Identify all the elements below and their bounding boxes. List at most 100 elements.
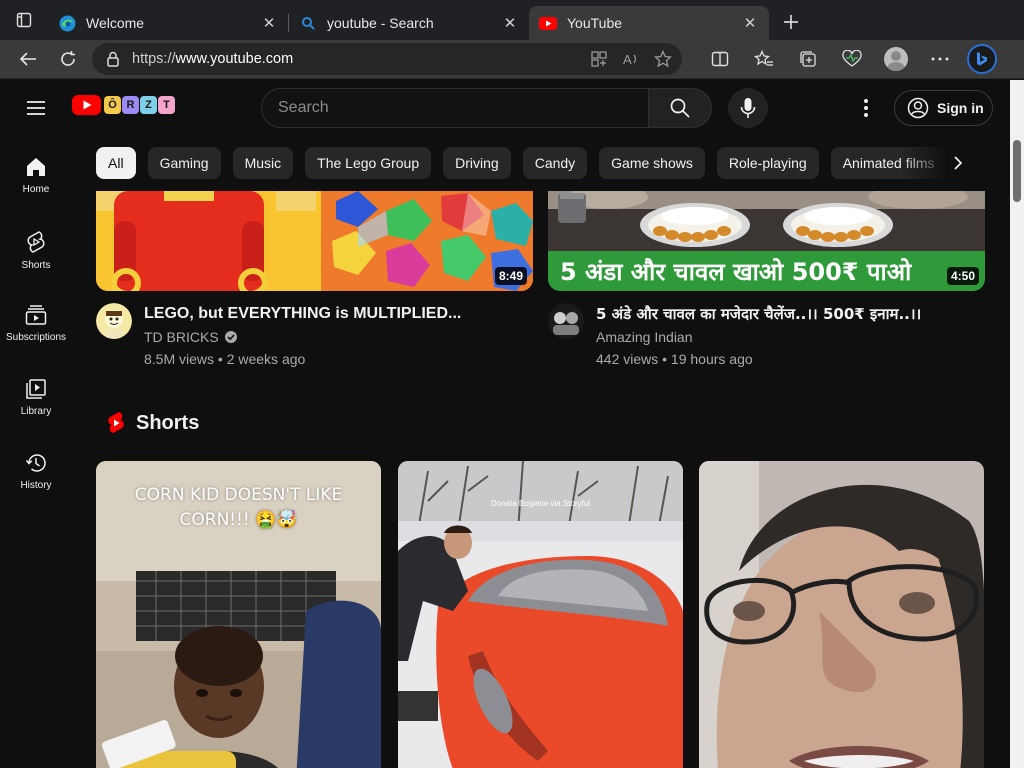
collections-button[interactable] bbox=[788, 43, 828, 75]
refresh-button[interactable] bbox=[48, 43, 88, 75]
mini-guide: Home Shorts Subscriptions Library Histor… bbox=[0, 136, 72, 506]
doodle-letter: T bbox=[158, 96, 175, 114]
short-card[interactable]: Donata Bugiene via Storyful bbox=[398, 461, 683, 768]
channel-name[interactable]: TD BRICKS bbox=[144, 329, 219, 345]
video-card[interactable]: 5 अंडा और चावल खाओ 500₹ पाओ 4:50 5 अंडे … bbox=[548, 191, 985, 367]
account-circle-icon bbox=[907, 97, 929, 119]
youtube-page: Ô R Z T Sign in Home S bbox=[0, 80, 1010, 768]
ellipsis-icon bbox=[931, 57, 949, 61]
split-screen-button[interactable] bbox=[700, 43, 740, 75]
history-icon bbox=[25, 454, 46, 472]
address-bar[interactable]: https://www.youtube.com A bbox=[92, 43, 682, 75]
plus-icon bbox=[784, 15, 798, 29]
chip-driving[interactable]: Driving bbox=[443, 147, 511, 179]
channel-avatar[interactable] bbox=[548, 303, 584, 339]
short-card[interactable]: CORN KID DOESN'T LIKE CORN!!! 🤮🤯 bbox=[96, 461, 381, 768]
channel-avatar[interactable] bbox=[96, 303, 132, 339]
guide-item-subscriptions[interactable]: Subscriptions bbox=[0, 284, 72, 358]
bing-icon bbox=[967, 44, 997, 74]
doodle-letter: Z bbox=[140, 96, 157, 114]
settings-more-button[interactable] bbox=[920, 43, 960, 75]
page-scrollbar[interactable] bbox=[1010, 80, 1024, 768]
guide-item-label: Home bbox=[22, 184, 50, 195]
sign-in-button[interactable]: Sign in bbox=[894, 90, 993, 126]
split-screen-icon bbox=[711, 51, 729, 67]
shorts-heading: Shorts bbox=[136, 411, 200, 434]
svg-text:A: A bbox=[623, 52, 632, 67]
video-card[interactable]: 8:49 LEGO, but EVERYTHING is MULTIPLIED.… bbox=[96, 191, 533, 367]
channel-name-row: TD BRICKS bbox=[144, 329, 461, 345]
tab-welcome[interactable]: Welcome ✕ bbox=[48, 7, 288, 39]
chip-the-lego-group[interactable]: The Lego Group bbox=[305, 147, 432, 179]
search-button[interactable] bbox=[648, 88, 712, 128]
microphone-icon bbox=[740, 98, 756, 118]
chip-music[interactable]: Music bbox=[232, 147, 294, 179]
guide-menu-button[interactable] bbox=[24, 96, 48, 120]
new-tab-button[interactable] bbox=[773, 6, 809, 38]
home-icon bbox=[27, 158, 45, 176]
tab-title: YouTube bbox=[567, 15, 623, 31]
channel-name-row: Amazing Indian bbox=[596, 329, 921, 345]
close-icon[interactable]: ✕ bbox=[501, 14, 519, 32]
youtube-icon bbox=[539, 14, 557, 32]
close-icon[interactable]: ✕ bbox=[741, 14, 759, 32]
doodle-letters: Ô R Z T bbox=[103, 96, 175, 114]
channel-name[interactable]: Amazing Indian bbox=[596, 329, 693, 345]
url-text[interactable]: https://www.youtube.com bbox=[132, 51, 590, 67]
guide-item-home[interactable]: Home bbox=[0, 136, 72, 210]
voice-search-button[interactable] bbox=[728, 88, 768, 128]
doodle-letter: R bbox=[122, 96, 139, 114]
chip-all[interactable]: All bbox=[96, 147, 136, 179]
browser-essentials-button[interactable] bbox=[832, 43, 872, 75]
subscriptions-icon bbox=[25, 305, 47, 325]
glasses-woman-thumbnail-art bbox=[699, 461, 984, 768]
video-title[interactable]: LEGO, but EVERYTHING is MULTIPLIED... bbox=[144, 303, 461, 325]
favorite-star-icon[interactable] bbox=[654, 50, 672, 68]
guide-item-label: Library bbox=[20, 406, 52, 417]
sign-in-label: Sign in bbox=[937, 100, 984, 116]
chip-role-playing[interactable]: Role-playing bbox=[716, 147, 819, 179]
favorites-button[interactable] bbox=[744, 43, 784, 75]
guide-item-label: History bbox=[20, 480, 52, 491]
short-card[interactable] bbox=[699, 461, 984, 768]
guide-item-label: Shorts bbox=[21, 260, 51, 271]
browser-tab-strip: Welcome ✕ youtube - Search ✕ YouTube ✕ bbox=[0, 0, 1024, 40]
video-stats: 442 views • 19 hours ago bbox=[596, 351, 753, 367]
lock-icon[interactable] bbox=[106, 51, 120, 67]
lego-thumbnail-art bbox=[96, 191, 533, 291]
browser-toolbar: https://www.youtube.com A bbox=[0, 40, 1024, 79]
tab-youtube-search[interactable]: youtube - Search ✕ bbox=[289, 7, 529, 39]
thumbnail-caption: 5 अंडा और चावल खाओ 500₹ पाओ bbox=[560, 258, 912, 286]
tab-actions-button[interactable] bbox=[0, 0, 48, 40]
search-icon bbox=[670, 98, 690, 118]
search-box bbox=[261, 88, 649, 128]
settings-menu-button[interactable] bbox=[854, 94, 878, 122]
bing-copilot-button[interactable] bbox=[962, 43, 1002, 75]
back-button[interactable] bbox=[8, 43, 48, 75]
video-title[interactable]: 5 अंडे और चावल का मजेदार चैलेंज..।। 500₹… bbox=[596, 303, 921, 325]
youtube-play-icon bbox=[72, 95, 101, 115]
app-available-icon[interactable] bbox=[590, 50, 608, 68]
back-arrow-icon bbox=[19, 52, 36, 66]
guide-item-shorts[interactable]: Shorts bbox=[0, 210, 72, 284]
search-input[interactable] bbox=[278, 99, 649, 117]
guide-item-history[interactable]: History bbox=[0, 432, 72, 506]
video-meta: LEGO, but EVERYTHING is MULTIPLIED... TD… bbox=[96, 303, 533, 367]
chip-gaming[interactable]: Gaming bbox=[147, 147, 221, 179]
profile-button[interactable] bbox=[876, 43, 916, 75]
guide-item-library[interactable]: Library bbox=[0, 358, 72, 432]
chip-game-shows[interactable]: Game shows bbox=[599, 147, 705, 179]
video-thumbnail[interactable]: 8:49 bbox=[96, 191, 533, 291]
shorts-shelf-header: Shorts bbox=[106, 411, 199, 435]
close-icon[interactable]: ✕ bbox=[260, 14, 278, 32]
video-thumbnail[interactable]: 5 अंडा और चावल खाओ 500₹ पाओ 4:50 bbox=[548, 191, 985, 291]
heart-pulse-icon bbox=[842, 50, 862, 67]
chips-next-button[interactable] bbox=[942, 147, 974, 179]
scrollbar-thumb[interactable] bbox=[1013, 140, 1021, 202]
video-duration: 8:49 bbox=[494, 267, 527, 285]
read-aloud-icon[interactable]: A bbox=[622, 50, 640, 68]
chip-candy[interactable]: Candy bbox=[522, 147, 588, 179]
profile-avatar-icon bbox=[884, 47, 908, 71]
tab-youtube[interactable]: YouTube ✕ bbox=[529, 6, 769, 40]
youtube-doodle-logo[interactable]: Ô R Z T bbox=[72, 95, 175, 115]
